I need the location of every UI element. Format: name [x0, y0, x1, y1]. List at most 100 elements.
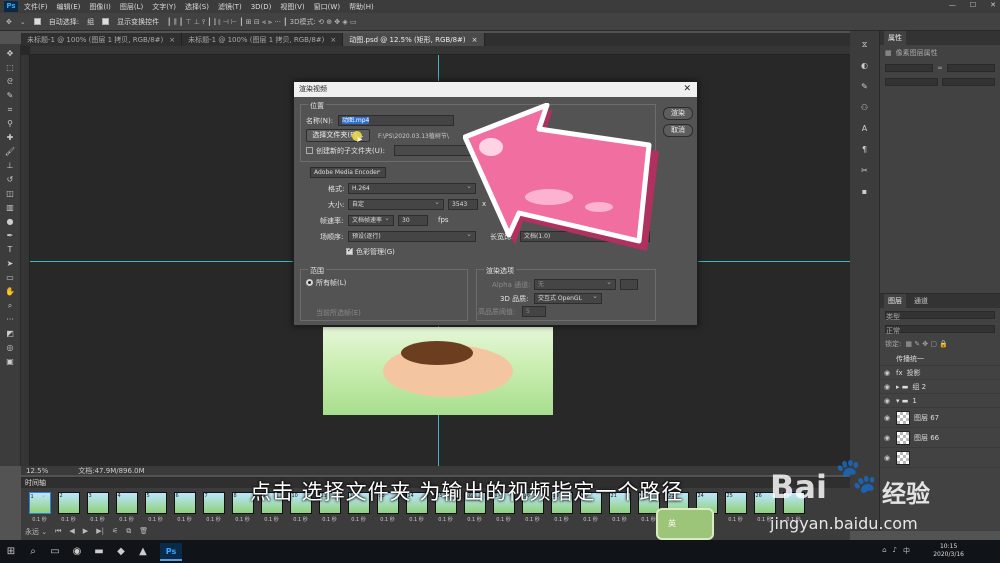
swatch-icon[interactable]: ▪ [858, 187, 872, 199]
menu-edit[interactable]: 编辑(E) [57, 2, 81, 12]
zoom-tool-icon[interactable]: ⌕ [3, 300, 17, 312]
app-icon[interactable]: ◆ [110, 543, 132, 561]
history-icon[interactable]: ⧖ [858, 40, 872, 52]
frame-duration[interactable]: 0.1 秒 [177, 516, 192, 523]
quick-mask-icon[interactable]: ◎ [3, 342, 17, 354]
timeline-frame[interactable]: 2 0.1 秒 [56, 492, 81, 527]
brush-tool-icon[interactable]: 🖌 [3, 146, 17, 158]
timeline-frame[interactable]: 5 0.1 秒 [143, 492, 168, 527]
frame-duration[interactable]: 0.1 秒 [61, 516, 76, 523]
subfolder-input[interactable] [394, 145, 474, 156]
stamp-tool-icon[interactable]: ⊥ [3, 160, 17, 172]
gradient-icon[interactable]: ▥ [3, 202, 17, 214]
maximize-icon[interactable]: ☐ [970, 1, 976, 9]
dodge-icon[interactable]: ● [3, 216, 17, 228]
screen-mode-icon[interactable]: ▣ [3, 356, 17, 368]
crop-tool-icon[interactable]: ⌗ [3, 104, 17, 116]
file-explorer-icon[interactable]: ▬ [88, 543, 110, 561]
move-tool-icon[interactable]: ✥ [6, 18, 12, 26]
tab-properties[interactable]: 属性 [884, 31, 906, 45]
lasso-tool-icon[interactable]: ᘓ [3, 76, 17, 88]
frame-duration[interactable]: 0.1 秒 [438, 516, 453, 523]
alpha-select[interactable]: 无 [534, 278, 616, 290]
first-frame-icon[interactable]: ⏮ [55, 527, 61, 537]
tab-doc-active[interactable]: 动图.psd @ 12.5% (矩形, RGB/8#) × [343, 33, 485, 46]
tween-icon[interactable]: ⚟ [112, 527, 118, 537]
tab-doc-2[interactable]: 未标题-1 @ 100% (图层 1 拷贝, RGB/8#) × [182, 33, 344, 46]
delete-frame-icon[interactable]: 🗑 [139, 527, 148, 537]
frame-duration[interactable]: 0.1 秒 [322, 516, 337, 523]
auto-select-checkbox[interactable] [33, 18, 41, 25]
tab-channels[interactable]: 通道 [914, 296, 928, 306]
tools-icon[interactable]: ✂ [858, 166, 872, 178]
menu-type[interactable]: 文字(Y) [152, 2, 176, 12]
volume-icon[interactable]: ♪ [893, 546, 897, 556]
eye-icon[interactable]: ◉ [884, 369, 892, 377]
frame-duration[interactable]: 0.1 秒 [496, 516, 511, 523]
marquee-tool-icon[interactable]: ⬚ [3, 62, 17, 74]
start-icon[interactable]: ⊞ [0, 543, 22, 561]
frame-duration[interactable]: 0.1 秒 [351, 516, 366, 523]
network-icon[interactable]: ⌂ [882, 546, 886, 556]
frame-duration[interactable]: 0.1 秒 [467, 516, 482, 523]
hand-tool-icon[interactable]: ✋ [3, 286, 17, 298]
frame-duration[interactable]: 0.1 秒 [119, 516, 134, 523]
format-select[interactable]: H.264 [348, 182, 476, 194]
timeline-frame[interactable]: 7 0.1 秒 [201, 492, 226, 527]
layer-row[interactable]: ◉ fx 投影 [880, 366, 1000, 380]
close-icon[interactable]: × [169, 36, 175, 44]
name-input[interactable]: 动图.mp4 [338, 115, 454, 126]
people-icon[interactable]: ⚇ [858, 103, 872, 115]
pen-tool-icon[interactable]: ✒ [3, 230, 17, 242]
layer-group-row[interactable]: ◉ ▾ ▬ 1 [880, 394, 1000, 408]
paragraph-icon[interactable]: ¶ [858, 145, 872, 157]
eye-icon[interactable]: ◉ [884, 414, 892, 422]
rectangle-tool-icon[interactable]: ▭ [3, 272, 17, 284]
healing-brush-icon[interactable]: ✚ [3, 132, 17, 144]
task-view-icon[interactable]: ▭ [44, 543, 66, 561]
close-icon[interactable]: ✕ [990, 1, 996, 9]
eye-icon[interactable]: ◉ [884, 434, 892, 442]
all-frames-radio[interactable] [306, 279, 313, 286]
frame-duration[interactable]: 0.1 秒 [148, 516, 163, 523]
chevron-down-icon[interactable]: ⌄ [20, 18, 26, 26]
zoom-level[interactable]: 12.5% [26, 467, 48, 475]
frame-duration[interactable]: 0.1 秒 [380, 516, 395, 523]
path-select-icon[interactable]: ➤ [3, 258, 17, 270]
blend-mode-select[interactable]: 正常 [885, 325, 995, 335]
photoshop-taskbar-icon[interactable]: Ps [160, 542, 182, 561]
frame-duration[interactable]: 0.1 秒 [728, 516, 743, 523]
menu-file[interactable]: 文件(F) [24, 2, 48, 12]
eye-icon[interactable]: ◉ [884, 397, 892, 405]
menu-filter[interactable]: 滤镜(T) [218, 2, 242, 12]
color-management-checkbox[interactable] [346, 246, 353, 255]
frame-duration[interactable]: 0.1 秒 [641, 516, 656, 523]
next-frame-icon[interactable]: ▶| [96, 527, 104, 537]
frame-duration[interactable]: 0.1 秒 [90, 516, 105, 523]
layer-row[interactable]: ◉ 图层 67 [880, 408, 1000, 428]
frame-duration[interactable]: 0.1 秒 [32, 516, 47, 523]
close-icon[interactable]: × [330, 36, 336, 44]
width-field[interactable] [885, 64, 934, 72]
more-tools-icon[interactable]: ··· [3, 314, 17, 326]
menu-window[interactable]: 窗口(W) [314, 2, 340, 12]
frame-duration[interactable]: 0.1 秒 [235, 516, 250, 523]
frame-duration[interactable]: 0.1 秒 [612, 516, 627, 523]
menu-view[interactable]: 视图(V) [280, 2, 304, 12]
frame-duration[interactable]: 0.1 秒 [206, 516, 221, 523]
tab-layers[interactable]: 图层 [884, 294, 906, 308]
eraser-icon[interactable]: ◫ [3, 188, 17, 200]
eye-icon[interactable]: ◉ [884, 383, 892, 391]
vertical-ruler[interactable] [21, 55, 30, 466]
layer-row[interactable]: ◉ 图层 66 [880, 428, 1000, 448]
frame-duration[interactable]: 0.1 秒 [525, 516, 540, 523]
tab-doc-1[interactable]: 未标题-1 @ 100% (图层 1 拷贝, RGB/8#) × [21, 33, 183, 46]
timeline-frame[interactable]: 1 0.1 秒 [27, 491, 52, 527]
color-swatches-icon[interactable]: ◩ [3, 328, 17, 340]
close-icon[interactable]: × [472, 36, 478, 44]
frame-duration[interactable]: 0.1 秒 [409, 516, 424, 523]
text-tool-icon[interactable]: T [3, 244, 17, 256]
system-clock[interactable]: 10:15 2020/3/16 [933, 543, 964, 559]
y-field[interactable] [942, 78, 995, 86]
layer-row[interactable]: 传播统一 [880, 352, 1000, 366]
